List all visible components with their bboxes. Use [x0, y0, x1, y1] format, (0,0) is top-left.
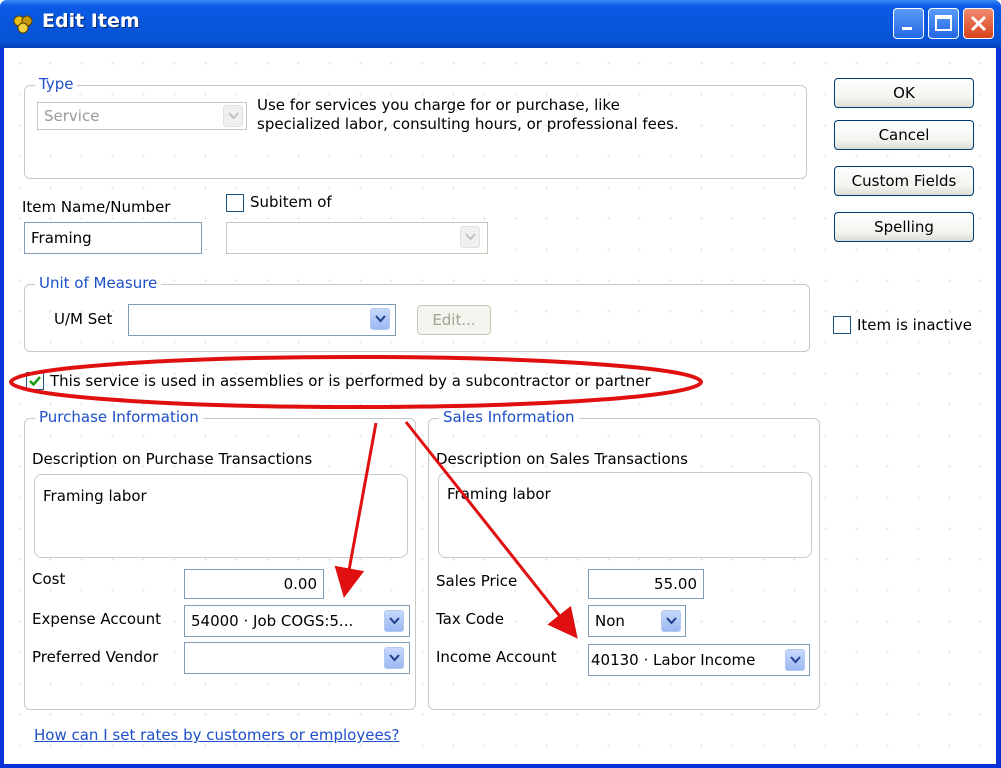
custom-fields-button[interactable]: Custom Fields	[834, 166, 974, 196]
tax-code-label: Tax Code	[436, 610, 504, 628]
tax-code-dropdown-button[interactable]	[661, 610, 681, 632]
ok-button[interactable]: OK	[834, 78, 974, 108]
income-account-label: Income Account	[436, 648, 557, 666]
window-title: Edit Item	[42, 10, 140, 32]
title-bar[interactable]: Edit Item	[0, 0, 1001, 48]
sales-desc-label: Description on Sales Transactions	[436, 450, 688, 468]
minimize-icon	[902, 27, 912, 30]
subitem-checkbox[interactable]	[226, 194, 244, 212]
chevron-down-icon	[375, 315, 386, 323]
sales-price-input[interactable]: 55.00	[588, 569, 704, 599]
dialog-body: Type Service Use for services you charge…	[4, 48, 996, 764]
rates-help-link[interactable]: How can I set rates by customers or empl…	[34, 726, 399, 744]
spelling-button[interactable]: Spelling	[834, 212, 974, 242]
subitem-dropdown-button[interactable]	[460, 226, 480, 248]
income-account-dropdown-button[interactable]	[785, 649, 805, 671]
close-icon	[970, 15, 987, 32]
edit-item-window: Edit Item Type Service Use for services …	[0, 0, 1001, 768]
item-name-input[interactable]: Framing	[24, 222, 202, 254]
uom-set-select[interactable]	[128, 304, 396, 336]
maximize-icon	[935, 15, 952, 31]
type-dropdown-button[interactable]	[223, 105, 243, 127]
cancel-button[interactable]: Cancel	[834, 120, 974, 150]
item-inactive-label: Item is inactive	[857, 316, 972, 334]
expense-account-select[interactable]: 54000 · Job COGS:5...	[184, 605, 410, 637]
uom-set-label: U/M Set	[54, 310, 113, 328]
purchase-desc-label: Description on Purchase Transactions	[32, 450, 313, 468]
assemblies-label: This service is used in assemblies or is…	[50, 372, 651, 390]
chevron-down-icon	[790, 656, 801, 664]
uom-edit-button[interactable]: Edit...	[417, 305, 491, 335]
item-name-label: Item Name/Number	[22, 198, 171, 216]
expense-account-dropdown-button[interactable]	[384, 610, 404, 632]
subitem-select[interactable]	[226, 222, 488, 254]
chevron-down-icon	[666, 617, 677, 625]
purchase-legend: Purchase Information	[35, 408, 203, 426]
type-select[interactable]: Service	[37, 102, 247, 130]
sales-legend: Sales Information	[439, 408, 579, 426]
income-account-select[interactable]: 40130 · Labor Income	[588, 644, 810, 676]
preferred-vendor-select[interactable]	[184, 642, 410, 674]
uom-legend: Unit of Measure	[35, 274, 162, 292]
preferred-vendor-label: Preferred Vendor	[32, 648, 159, 666]
chevron-down-icon	[389, 617, 400, 625]
checkmark-icon	[29, 376, 41, 387]
assemblies-checkbox[interactable]	[26, 372, 44, 390]
chevron-down-icon	[228, 112, 239, 120]
close-button[interactable]	[963, 8, 994, 39]
chevron-down-icon	[465, 233, 476, 241]
cost-label: Cost	[32, 570, 66, 588]
chevron-down-icon	[389, 654, 400, 662]
cost-input[interactable]: 0.00	[184, 569, 324, 599]
type-legend: Type	[35, 75, 78, 93]
minimize-button[interactable]	[893, 8, 924, 39]
subitem-label: Subitem of	[250, 193, 332, 211]
preferred-vendor-dropdown-button[interactable]	[384, 647, 404, 669]
expense-account-label: Expense Account	[32, 610, 161, 628]
uom-set-dropdown-button[interactable]	[370, 308, 390, 330]
quickbooks-app-icon	[13, 15, 33, 34]
purchase-desc-textarea[interactable]: Framing labor	[34, 474, 408, 558]
maximize-button[interactable]	[928, 8, 959, 39]
sales-price-label: Sales Price	[436, 572, 518, 590]
sales-desc-textarea[interactable]: Framing labor	[438, 472, 812, 558]
item-inactive-checkbox[interactable]	[833, 316, 851, 334]
type-description: Use for services you charge for or purch…	[257, 96, 679, 133]
type-select-value: Service	[44, 107, 100, 125]
